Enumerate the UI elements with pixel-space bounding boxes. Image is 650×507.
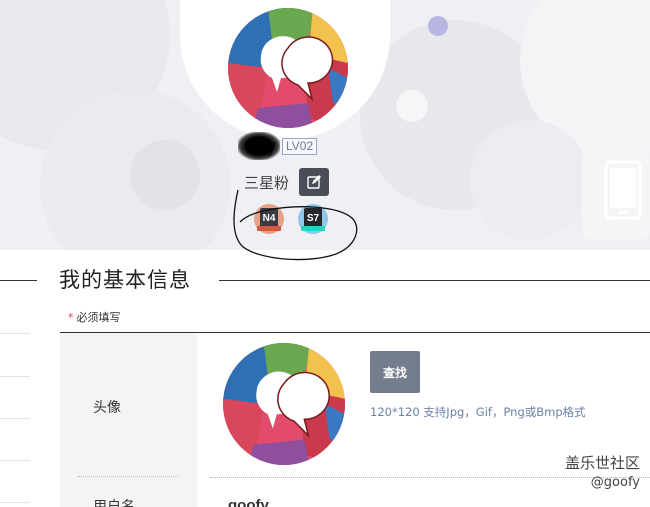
medal-list: N4 S7: [254, 204, 328, 234]
edit-icon: [307, 175, 322, 189]
sidebar-divider: [0, 460, 30, 461]
sidebar-divider: [0, 418, 30, 419]
section-header: 我的基本信息: [0, 262, 650, 296]
medal-ribbon: [257, 226, 281, 231]
row-separator: [78, 476, 178, 477]
avatar-preview: [223, 343, 345, 465]
note4-medal-icon[interactable]: N4: [254, 204, 284, 234]
watermark: 盖乐世社区 @goofy: [565, 452, 640, 490]
required-note: * 必须填写: [68, 309, 121, 325]
username-value: goofy: [228, 497, 269, 507]
browse-avatar-button[interactable]: 查找: [370, 351, 420, 393]
profile-header: fy LV02 三星粉 N4 S7: [0, 0, 650, 250]
sidebar-divider: [0, 333, 30, 334]
mobile-phone-icon: [604, 160, 642, 220]
medal-label: S7: [304, 208, 322, 228]
form-label-column: [60, 333, 197, 507]
username-row: fy LV02: [238, 131, 318, 160]
medal-label: N4: [260, 208, 278, 228]
profile-username: fy: [238, 131, 280, 160]
sidebar-divider: [0, 376, 30, 377]
s7-medal-icon[interactable]: S7: [298, 204, 328, 234]
nickname-row: 三星粉: [244, 168, 330, 196]
redaction-mask: [238, 131, 280, 160]
medal-ribbon: [301, 226, 325, 231]
section-title: 我的基本信息: [59, 268, 191, 292]
avatar[interactable]: [228, 8, 348, 128]
decor-bubble: [396, 90, 428, 122]
avatar-label: 头像: [93, 400, 121, 416]
decor-bubble: [470, 120, 590, 240]
watermark-user: @goofy: [590, 475, 640, 490]
divider: [219, 280, 650, 281]
level-badge: LV02: [282, 137, 318, 155]
decor-bubble: [428, 16, 448, 36]
decor-bubble: [130, 140, 200, 210]
watermark-brand: 盖乐世社区: [564, 454, 640, 472]
edit-profile-button[interactable]: [299, 168, 330, 196]
upload-hint: 120*120 支持Jpg，Gif，Png或Bmp格式: [370, 405, 586, 419]
profile-nickname: 三星粉: [244, 173, 290, 192]
username-label: 用户名: [93, 499, 135, 507]
required-note-text: 必须填写: [76, 311, 121, 324]
divider: [0, 280, 37, 281]
required-star: *: [68, 311, 74, 324]
sidebar-divider: [0, 502, 30, 503]
